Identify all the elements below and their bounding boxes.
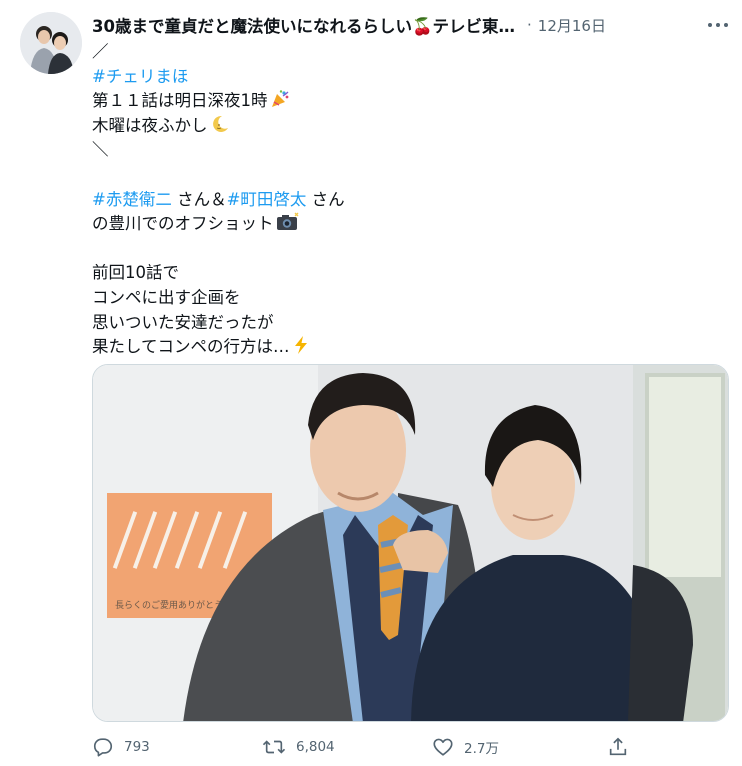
header-separator: ·	[527, 16, 532, 34]
tweet-text-line: 第１１話は明日深夜1時	[92, 89, 712, 114]
tweet-text-line: 木曜は夜ふかし	[92, 114, 712, 139]
avatar-photo	[20, 12, 82, 74]
tweet-text-segment: 前回10話で	[92, 263, 179, 283]
author-avatar[interactable]	[20, 12, 82, 74]
tweet-header: 30歳まで童貞だと魔法使いになれるらしい🍒テレビ東… · 12月16日	[92, 10, 728, 40]
author-name[interactable]: 30歳まで童貞だと魔法使いになれるらしい🍒テレビ東…	[92, 13, 515, 37]
party-popper-emoji	[270, 89, 290, 117]
tweet-text-segment: ／	[92, 42, 109, 61]
tweet-text-segment: 第１１話は明日深夜1時	[92, 91, 268, 111]
tweet-text-segment: 木曜は夜ふかし	[92, 115, 208, 135]
tweet-text-segment: コンペに出す企画を	[92, 287, 241, 307]
tweet-text-line	[92, 163, 712, 188]
tweet-text-line: #チェリまほ	[92, 65, 712, 90]
tweet-actions: 793 6,804 2.7万	[92, 734, 652, 760]
tweet-text-segment: ＼	[92, 140, 109, 160]
tweet-text-line: 前回10話で	[92, 261, 712, 286]
retweet-icon	[262, 740, 286, 754]
crescent-moon-emoji	[210, 114, 230, 142]
reply-icon	[93, 738, 113, 757]
hashtag-link[interactable]: #赤楚衛二	[92, 190, 172, 209]
share-icon	[609, 737, 627, 756]
tweet-photo[interactable]: 長らくのご愛用ありがとう	[92, 364, 729, 722]
tweet-text-line: コンペに出す企画を	[92, 286, 712, 311]
tweet-text-segment: さん＆	[171, 189, 227, 209]
tweet-text-segment: さん	[306, 189, 345, 209]
tweet-text-line: ／	[92, 40, 712, 65]
like-count: 2.7万	[464, 741, 499, 757]
tweet-date[interactable]: 12月16日	[538, 15, 606, 36]
retweet-count: 6,804	[296, 739, 335, 755]
poster-caption: 長らくのご愛用ありがとう	[115, 599, 223, 611]
more-options-icon[interactable]	[708, 23, 728, 27]
tweet-text-line	[92, 237, 712, 262]
lightning-emoji	[292, 335, 310, 363]
hashtag-link[interactable]: #町田啓太	[227, 190, 307, 209]
tweet-text-line: #赤楚衛二 さん＆#町田啓太 さん	[92, 188, 712, 213]
tweet-text: ／ #チェリまほ第１１話は明日深夜1時 木曜は夜ふかし ＼ #赤楚衛二 さん＆#町田啓太…	[92, 40, 712, 360]
tweet-text-line: 思いついた安達だったが	[92, 311, 712, 336]
photo-image: 長らくのご愛用ありがとう	[93, 365, 728, 721]
heart-icon	[433, 738, 453, 756]
tweet-text-segment: 思いついた安達だったが	[92, 312, 274, 332]
reply-button[interactable]: 793	[92, 736, 262, 758]
like-button[interactable]: 2.7万	[432, 736, 607, 758]
reply-count: 793	[124, 739, 150, 755]
tweet-text-segment: の豊川でのオフショット	[92, 214, 274, 234]
tweet-text-line: の豊川でのオフショット	[92, 212, 712, 237]
share-button[interactable]	[607, 736, 639, 758]
tweet-text-line: 果たしてコンペの行方は…	[92, 335, 712, 360]
hashtag-link[interactable]: #チェリまほ	[92, 67, 188, 86]
camera-flash-emoji	[276, 212, 300, 240]
tweet-text-segment: 果たしてコンペの行方は…	[92, 337, 290, 357]
retweet-button[interactable]: 6,804	[262, 736, 432, 758]
tweet-text-line: ＼	[92, 138, 712, 163]
